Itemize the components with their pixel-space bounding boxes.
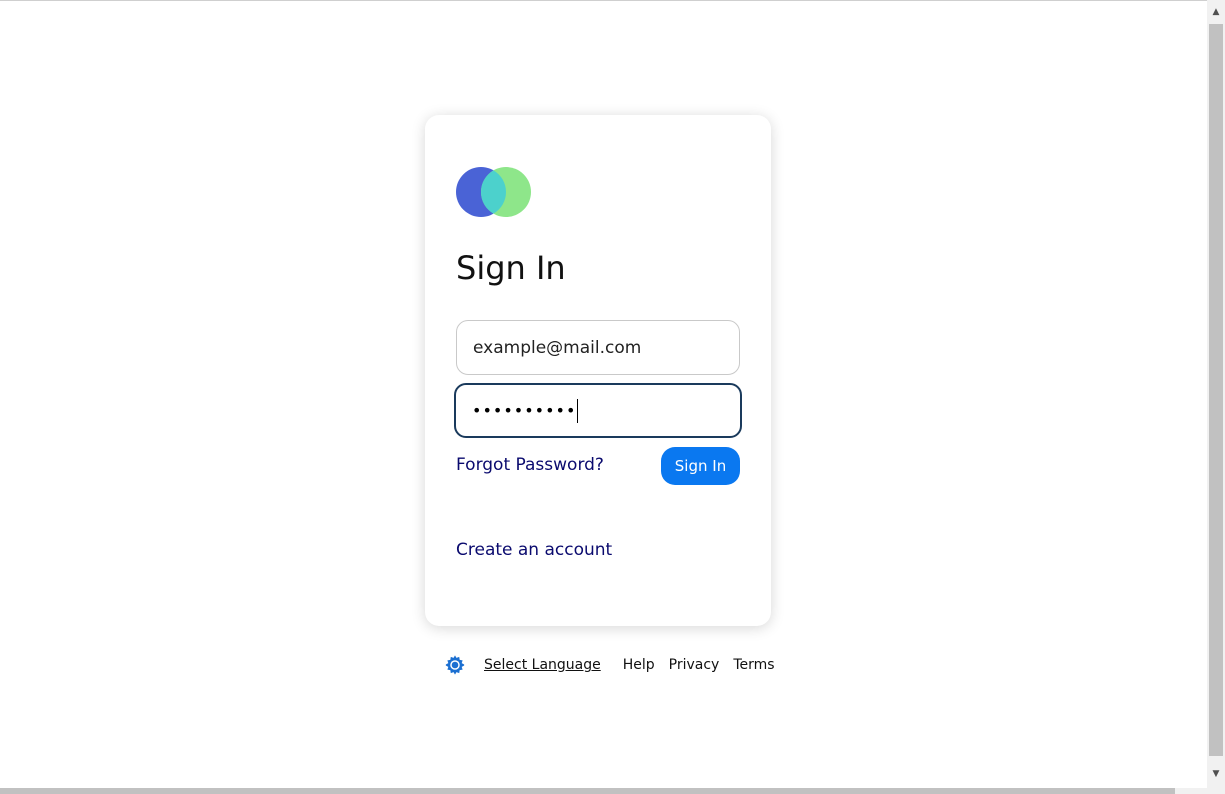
create-account-link[interactable]: Create an account bbox=[456, 540, 612, 560]
scroll-down-arrow-icon[interactable]: ▼ bbox=[1207, 766, 1225, 782]
logo-icon bbox=[456, 167, 531, 217]
help-link[interactable]: Help bbox=[623, 657, 655, 673]
scroll-up-arrow-icon[interactable]: ▲ bbox=[1207, 4, 1225, 20]
select-language-link[interactable]: Select Language bbox=[484, 657, 601, 673]
sign-in-card: Sign In example@mail.com •••••••••• Forg… bbox=[425, 115, 771, 626]
email-value: example@mail.com bbox=[473, 337, 642, 358]
horizontal-scroll-thumb[interactable] bbox=[0, 788, 1175, 794]
browser-viewport: Sign In example@mail.com •••••••••• Forg… bbox=[0, 0, 1225, 794]
email-field[interactable]: example@mail.com bbox=[456, 320, 740, 375]
footer: Select Language Help Privacy Terms bbox=[444, 652, 789, 678]
vertical-scrollbar[interactable]: ▲ ▼ bbox=[1207, 0, 1225, 788]
terms-link[interactable]: Terms bbox=[733, 657, 774, 673]
text-caret bbox=[577, 398, 579, 423]
password-field[interactable]: •••••••••• bbox=[454, 383, 742, 438]
page-title: Sign In bbox=[456, 249, 566, 287]
gear-icon[interactable] bbox=[444, 654, 466, 676]
horizontal-scrollbar[interactable] bbox=[0, 788, 1225, 794]
vertical-scroll-thumb[interactable] bbox=[1209, 24, 1223, 756]
password-value: •••••••••• bbox=[472, 401, 577, 420]
forgot-password-link[interactable]: Forgot Password? bbox=[456, 455, 604, 475]
sign-in-button[interactable]: Sign In bbox=[661, 447, 740, 485]
top-border bbox=[0, 0, 1225, 1]
privacy-link[interactable]: Privacy bbox=[669, 657, 720, 673]
